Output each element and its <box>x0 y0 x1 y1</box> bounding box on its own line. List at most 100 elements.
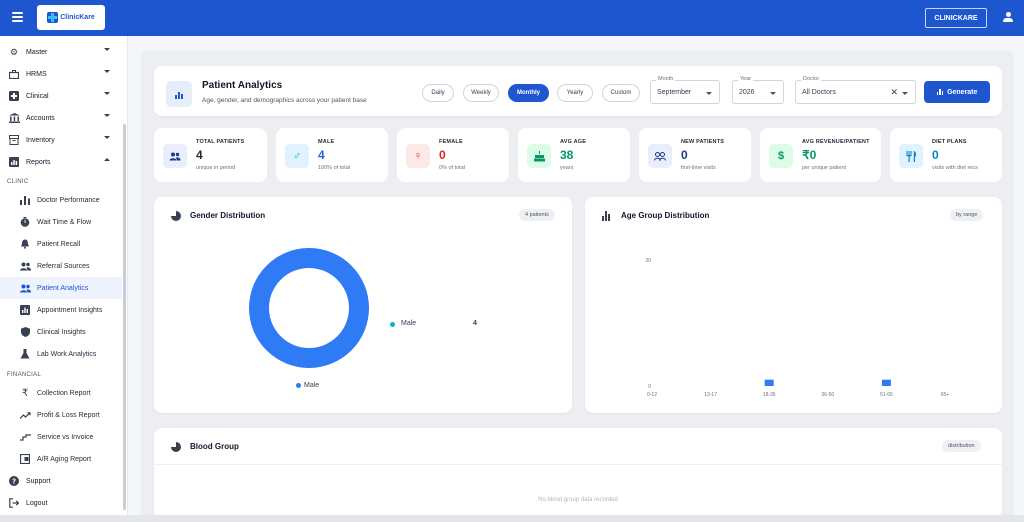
sidebar-scrollbar[interactable] <box>123 124 126 510</box>
sidebar-item-ar-aging[interactable]: A/R Aging Report <box>0 448 122 470</box>
sidebar-item-master[interactable]: ⚙ Master <box>0 41 122 63</box>
stat-value: 0 <box>932 148 939 162</box>
sidebar-item-profit-loss[interactable]: Profit & Loss Report <box>0 404 122 426</box>
stat-card-total-patients: TOTAL PATIENTS 4 unique in period <box>154 128 267 182</box>
stat-label: DIET PLANS <box>932 139 967 145</box>
sidebar-item-label: Lab Work Analytics <box>37 350 97 358</box>
stat-sub: unique in period <box>196 165 236 171</box>
sidebar-item-logout[interactable]: Logout <box>0 492 122 514</box>
blood-group-card: Blood Group distribution No blood group … <box>154 428 1002 518</box>
stat-card-female: ♀ FEMALE 0 0% of total <box>397 128 509 182</box>
month-select[interactable]: Month September <box>650 76 720 104</box>
svg-text:?: ? <box>12 478 16 486</box>
logo-text: ClinicKare <box>60 14 95 21</box>
stat-label: AVG REVENUE/PATIENT <box>802 139 870 145</box>
generate-button[interactable]: Generate <box>924 81 990 103</box>
stat-sub: per unique patient <box>802 165 847 171</box>
sidebar-item-label: Service vs Invoice <box>37 433 94 441</box>
sidebar-item-label: HRMS <box>26 70 47 78</box>
sidebar-item-label: Referral Sources <box>37 262 90 270</box>
analytics-chart-icon <box>166 81 192 107</box>
sidebar-item-appointment-insights[interactable]: Appointment Insights <box>0 299 122 321</box>
month-select-label: Month <box>656 76 676 82</box>
period-yearly-button[interactable]: Yearly <box>557 84 593 102</box>
sidebar-item-patient-analytics[interactable]: Patient Analytics <box>0 277 122 299</box>
sidebar-item-wait-time[interactable]: Wait Time & Flow <box>0 211 122 233</box>
sidebar: ⚙ Master HRMS Clinical Accounts Inventor… <box>0 36 128 516</box>
period-daily-button[interactable]: Daily <box>422 84 454 102</box>
sidebar-item-label: Patient Analytics <box>37 284 89 292</box>
sidebar-item-patient-recall[interactable]: Patient Recall <box>0 233 122 255</box>
doctor-select[interactable]: Doctor All Doctors ✕ <box>795 76 916 104</box>
age-bar[interactable] <box>881 379 891 386</box>
trend-icon <box>19 409 31 421</box>
year-select[interactable]: Year 2026 <box>732 76 784 104</box>
people-icon <box>19 282 31 294</box>
panel-title: Blood Group <box>190 442 239 451</box>
sidebar-item-support[interactable]: ? Support <box>0 470 122 492</box>
sidebar-item-lab-work[interactable]: Lab Work Analytics <box>0 343 122 365</box>
people-icon <box>163 144 187 168</box>
new-people-icon <box>648 144 672 168</box>
sidebar-item-doctor-performance[interactable]: Doctor Performance <box>0 189 122 211</box>
x-tick-label: 18-35 <box>763 392 776 398</box>
stat-card-male: ♂ MALE 4 100% of total <box>276 128 388 182</box>
sidebar-item-label: Accounts <box>26 114 55 122</box>
clinic-switch-button[interactable]: CLINICKARE <box>925 8 987 28</box>
period-monthly-button[interactable]: Monthly <box>508 84 549 102</box>
app-logo[interactable]: ClinicKare <box>37 5 105 30</box>
logo-cross-icon <box>47 12 59 23</box>
page-subtitle: Age, gender, and demographics across you… <box>202 97 367 104</box>
year-select-label: Year <box>738 76 754 82</box>
x-tick-label: 36-50 <box>821 392 834 398</box>
top-app-bar: ClinicKare CLINICKARE <box>0 0 1024 36</box>
sidebar-item-clinical[interactable]: Clinical <box>0 85 122 107</box>
cake-icon <box>527 144 551 168</box>
stat-value: ₹0 <box>802 148 817 162</box>
y-tick-label: 0 <box>648 384 651 390</box>
stat-sub: 0% of total <box>439 165 465 171</box>
sidebar-item-label: Appointment Insights <box>37 306 103 314</box>
sidebar-item-reports[interactable]: Reports <box>0 151 122 173</box>
panel-badge: 4 patients <box>519 209 555 221</box>
doctor-select-value: All Doctors <box>802 89 836 96</box>
x-tick-label: 0-12 <box>647 392 657 398</box>
user-account-icon[interactable] <box>1002 12 1014 24</box>
bell-icon <box>19 238 31 250</box>
sidebar-item-label: Collection Report <box>37 389 91 397</box>
bar-chart-icon <box>19 194 31 206</box>
sidebar-item-clinical-insights[interactable]: Clinical Insights <box>0 321 122 343</box>
sidebar-item-label: A/R Aging Report <box>37 455 92 463</box>
pie-chart-icon <box>171 442 181 452</box>
dropdown-arrow-icon <box>706 92 712 95</box>
legend-label: Male <box>304 382 320 389</box>
legend-value: 4 <box>473 320 477 327</box>
chevron-down-icon <box>104 92 110 95</box>
clear-icon[interactable]: ✕ <box>890 87 898 98</box>
medical-cross-icon <box>8 90 20 102</box>
sidebar-item-hrms[interactable]: HRMS <box>0 63 122 85</box>
legend-label: Male <box>401 320 417 327</box>
sidebar-item-accounts[interactable]: Accounts <box>0 107 122 129</box>
menu-icon[interactable] <box>12 12 23 22</box>
stat-sub: 100% of total <box>318 165 351 171</box>
utensils-icon <box>899 144 923 168</box>
stat-label: MALE <box>318 139 335 145</box>
analytics-header-card: Patient Analytics Age, gender, and demog… <box>154 66 1002 116</box>
donut-legend: Male <box>296 382 319 389</box>
period-weekly-button[interactable]: Weekly <box>463 84 499 102</box>
sidebar-item-service-vs-invoice[interactable]: Service vs Invoice <box>0 426 122 448</box>
age-bar[interactable] <box>764 379 774 386</box>
donut-slice-male[interactable] <box>249 248 369 368</box>
bar-chart-icon <box>936 89 944 95</box>
sidebar-item-inventory[interactable]: Inventory <box>0 129 122 151</box>
sidebar-item-label: Inventory <box>26 136 55 144</box>
box-icon <box>8 134 20 146</box>
sidebar-item-label: Reports <box>26 158 51 166</box>
dropdown-arrow-icon <box>770 92 776 95</box>
period-custom-button[interactable]: Custom <box>602 84 640 102</box>
sidebar-item-referral-sources[interactable]: Referral Sources <box>0 255 122 277</box>
rupee-icon: ₹ <box>21 387 29 399</box>
sidebar-item-collection-report[interactable]: ₹ Collection Report <box>0 382 122 404</box>
stat-label: NEW PATIENTS <box>681 139 725 145</box>
